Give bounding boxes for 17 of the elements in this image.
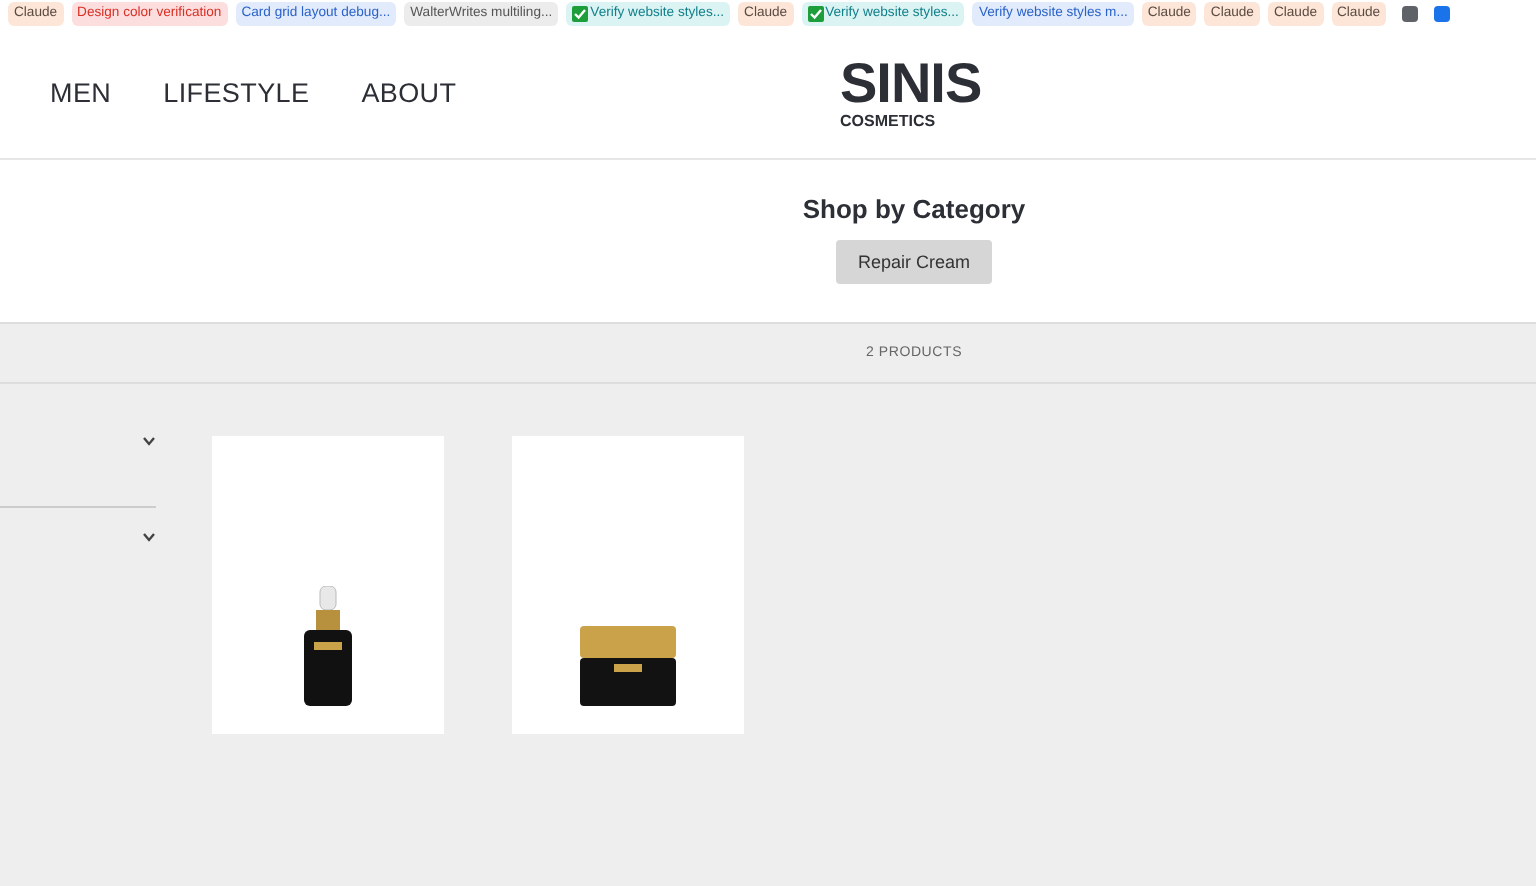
product-card[interactable] [212,436,444,734]
product-card[interactable] [512,436,744,734]
logo-wordmark[interactable]: SINIS [840,56,982,112]
checkbox-icon [572,6,589,22]
jar-drawing [580,626,676,706]
nav-link[interactable]: LIFESTYLE [163,78,310,108]
checkbox-icon [807,6,824,22]
section-title: Shop by Category [802,194,1026,224]
nav-link[interactable]: MEN [50,78,112,108]
logo-tagline: COSMETICS [840,112,938,130]
tab-group-square-icon[interactable] [1434,6,1451,22]
category-button[interactable]: Repair Cream [835,240,993,284]
chevron-down-icon[interactable] [142,532,156,542]
dropper-bottle-drawing [302,586,354,706]
tab-group-square-icon[interactable] [1402,6,1419,22]
nav-link[interactable]: ABOUT [361,78,457,108]
chevron-down-icon[interactable] [142,436,156,446]
